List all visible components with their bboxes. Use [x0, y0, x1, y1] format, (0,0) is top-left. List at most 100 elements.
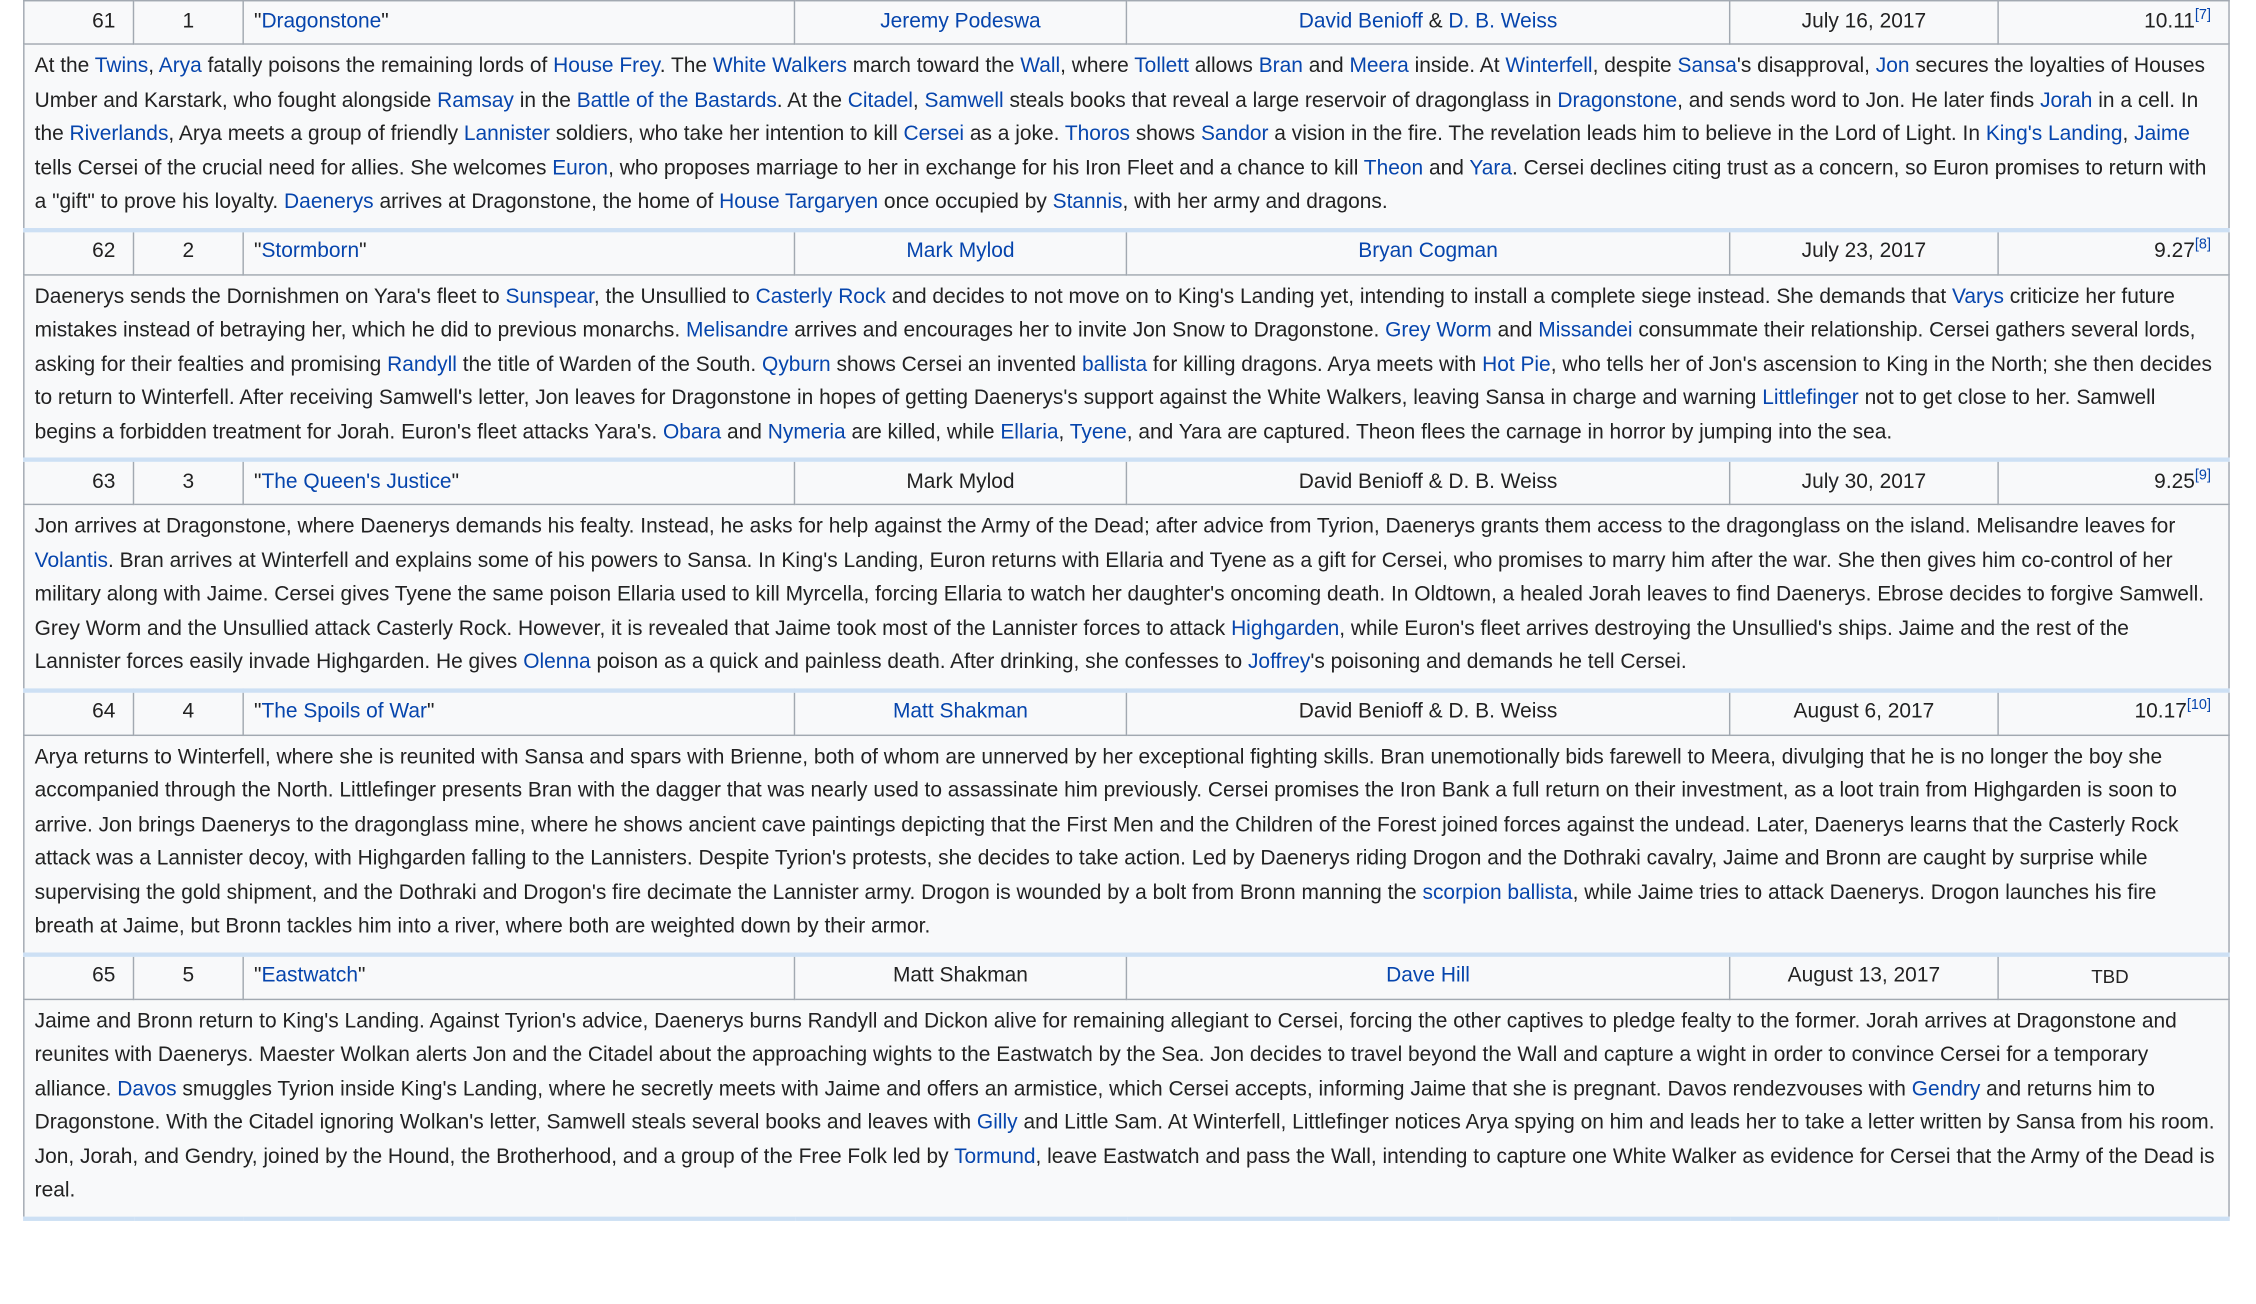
summary-link[interactable]: Arya — [159, 55, 202, 78]
viewers-value: 10.17 — [2134, 700, 2187, 724]
director-link[interactable]: Matt Shakman — [893, 700, 1028, 723]
episode-summary: Jaime and Bronn return to King's Landing… — [23, 997, 2230, 1221]
summary-link[interactable]: King's Landing — [1986, 123, 2123, 146]
summary-link[interactable]: Tyene — [1070, 421, 1127, 444]
summary-link[interactable]: Gendry — [1912, 1077, 1981, 1100]
viewers-tbd: TBD — [1997, 953, 2230, 1000]
summary-link[interactable]: Missandei — [1538, 319, 1632, 342]
summary-link[interactable]: Theon — [1364, 157, 1423, 180]
directed-by-cell: Matt Shakman — [793, 689, 1128, 736]
summary-text: once occupied by — [878, 190, 1053, 214]
summary-link[interactable]: ballista — [1082, 353, 1147, 376]
episode-title-link[interactable]: Stormborn — [261, 240, 359, 263]
director-link[interactable]: Jeremy Podeswa — [880, 10, 1041, 33]
summary-text: , — [2122, 122, 2135, 146]
writer-separator: & — [1422, 9, 1449, 33]
viewers-cell: 9.25[9] — [1997, 458, 2230, 506]
reference-link[interactable]: [10] — [2187, 698, 2211, 714]
summary-link[interactable]: Joffrey — [1248, 651, 1310, 674]
title-close-quote: " — [358, 964, 366, 988]
summary-row: Jon arrives at Dragonstone, where Daener… — [23, 503, 2230, 693]
summary-text: and — [1423, 156, 1470, 180]
summary-text: Jon arrives at Dragonstone, where Daener… — [34, 515, 2176, 539]
summary-link[interactable]: Euron — [552, 157, 608, 180]
writer-link[interactable]: Dave Hill — [1386, 964, 1470, 987]
summary-link[interactable]: Littlefinger — [1762, 387, 1859, 410]
summary-link[interactable]: Citadel — [848, 89, 913, 112]
writer-link[interactable]: D. B. Weiss — [1448, 10, 1557, 33]
summary-link[interactable]: House Targaryen — [719, 191, 878, 214]
summary-link[interactable]: Gilly — [977, 1111, 1018, 1134]
summary-link[interactable]: Jorah — [2040, 89, 2092, 112]
summary-link[interactable]: Casterly Rock — [756, 285, 886, 308]
summary-link[interactable]: Grey Worm — [1385, 319, 1492, 342]
director-link[interactable]: Mark Mylod — [906, 240, 1014, 263]
summary-link[interactable]: Dragonstone — [1557, 89, 1677, 112]
summary-link[interactable]: scorpion ballista — [1422, 881, 1572, 904]
written-by-cell: David Benioff & D. B. Weiss — [1125, 458, 1731, 506]
summary-link[interactable]: Obara — [663, 421, 721, 444]
summary-text: , and Yara are captured. Theon flees the… — [1126, 420, 1893, 444]
summary-link[interactable]: Davos — [117, 1077, 176, 1100]
summary-link[interactable]: Highgarden — [1231, 617, 1339, 640]
summary-link[interactable]: Battle of the Bastards — [577, 89, 777, 112]
summary-link[interactable]: Olenna — [523, 651, 590, 674]
summary-link[interactable]: Bran — [1259, 55, 1303, 78]
summary-link[interactable]: Nymeria — [768, 421, 846, 444]
summary-link[interactable]: Randyll — [387, 353, 457, 376]
summary-link[interactable]: Jaime — [2134, 123, 2190, 146]
written-by-cell: Dave Hill — [1125, 953, 1731, 1000]
reference-link[interactable]: [8] — [2195, 237, 2211, 253]
viewers-cell: 10.17[10] — [1997, 689, 2230, 736]
episode-title-link[interactable]: The Queen's Justice — [261, 470, 451, 493]
writer-link[interactable]: David Benioff — [1299, 10, 1423, 33]
summary-link[interactable]: Samwell — [925, 89, 1004, 112]
episode-row: 62 2 "Stormborn" Mark Mylod Bryan Cogman July… — [23, 228, 2230, 275]
summary-text: smuggles Tyrion inside King's Landing, w… — [176, 1077, 1912, 1101]
summary-link[interactable]: Varys — [1952, 285, 2004, 308]
summary-link[interactable]: House Frey — [553, 55, 660, 78]
directed-by-cell: Matt Shakman — [793, 953, 1128, 1000]
summary-link[interactable]: Tormund — [954, 1145, 1035, 1168]
summary-link[interactable]: Cersei — [904, 123, 964, 146]
summary-link[interactable]: Sandor — [1201, 123, 1268, 146]
reference-link[interactable]: [7] — [2195, 7, 2211, 23]
episode-title-link[interactable]: Eastwatch — [261, 964, 358, 987]
viewers-value: 9.25 — [2154, 470, 2195, 494]
summary-link[interactable]: Jon — [1876, 55, 1910, 78]
summary-text: fatally poisons the remaining lords of — [201, 54, 554, 78]
summary-link[interactable]: Sunspear — [505, 285, 593, 308]
season-number: 4 — [132, 689, 244, 736]
summary-link[interactable]: Winterfell — [1505, 55, 1592, 78]
summary-text: , Arya meets a group of friendly — [168, 122, 464, 146]
summary-link[interactable]: Meera — [1349, 55, 1408, 78]
summary-link[interactable]: Ellaria — [1000, 421, 1058, 444]
summary-text: as a joke. — [964, 122, 1065, 146]
summary-link[interactable]: White Walkers — [713, 55, 847, 78]
summary-link[interactable]: Ramsay — [437, 89, 514, 112]
summary-link[interactable]: Riverlands — [70, 123, 169, 146]
summary-link[interactable]: Sansa — [1677, 55, 1736, 78]
summary-link[interactable]: Wall — [1020, 55, 1060, 78]
summary-link[interactable]: Melisandre — [686, 319, 788, 342]
summary-text: , — [1058, 420, 1070, 444]
summary-text: and — [1491, 318, 1539, 343]
summary-link[interactable]: Qyburn — [762, 353, 831, 376]
episode-title-link[interactable]: Dragonstone — [261, 10, 381, 33]
summary-text: , who proposes marriage to her in exchan… — [608, 156, 1364, 180]
summary-link[interactable]: Stannis — [1053, 191, 1123, 214]
summary-text: soldiers, who take her intention to kill — [549, 122, 904, 146]
summary-link[interactable]: Volantis — [35, 549, 108, 572]
summary-link[interactable]: Tollett — [1134, 55, 1189, 78]
episode-title-link[interactable]: The Spoils of War — [261, 700, 427, 723]
summary-link[interactable]: Thoros — [1065, 123, 1130, 146]
summary-link[interactable]: Hot Pie — [1482, 353, 1551, 376]
reference-link[interactable]: [9] — [2195, 467, 2211, 483]
season-number: 5 — [132, 953, 244, 1000]
summary-link[interactable]: Daenerys — [284, 191, 374, 214]
writer-link[interactable]: Bryan Cogman — [1358, 240, 1498, 263]
summary-link[interactable]: Yara — [1469, 157, 1512, 180]
summary-link[interactable]: Lannister — [464, 123, 550, 146]
summary-link[interactable]: Twins — [95, 55, 149, 78]
summary-text: and — [721, 420, 768, 444]
